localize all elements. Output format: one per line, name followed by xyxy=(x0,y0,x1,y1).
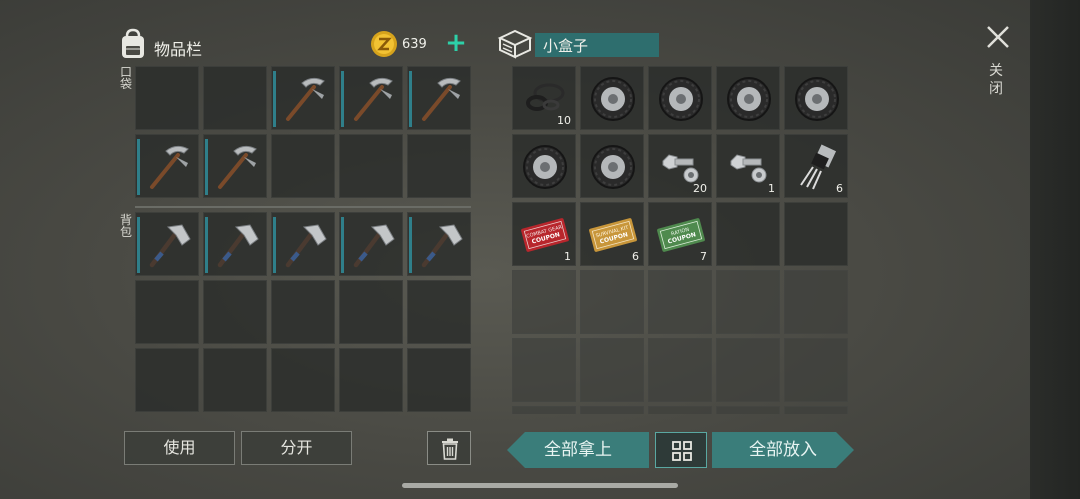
section-divider xyxy=(135,206,471,208)
close-label[interactable]: 关闭 xyxy=(989,62,1005,98)
container-slot[interactable] xyxy=(580,338,644,402)
close-icon[interactable] xyxy=(985,24,1011,50)
container-header: 小盒子 xyxy=(497,28,667,60)
backpack-slot[interactable] xyxy=(271,280,335,344)
inventory-title: 物品栏 xyxy=(154,40,203,59)
container-slot[interactable] xyxy=(784,202,848,266)
backpack-slot[interactable] xyxy=(135,280,199,344)
container-slot[interactable] xyxy=(580,134,644,198)
item-quantity: 6 xyxy=(836,182,843,195)
discard-button[interactable] xyxy=(427,431,471,465)
take-all-button[interactable]: 全部拿上 xyxy=(507,432,649,468)
container-slot[interactable] xyxy=(648,338,712,402)
container-slot[interactable] xyxy=(716,338,780,402)
pocket-slot[interactable] xyxy=(135,134,199,198)
backpack-slot[interactable] xyxy=(203,348,267,412)
backpack-slot[interactable] xyxy=(271,212,335,276)
container-slot[interactable] xyxy=(784,406,848,414)
pocket-grid xyxy=(135,66,471,198)
container-slot[interactable] xyxy=(648,66,712,130)
sort-toggle-button[interactable] xyxy=(655,432,707,468)
container-slot[interactable]: 1 xyxy=(716,134,780,198)
item-quantity: 10 xyxy=(557,114,571,127)
put-all-button[interactable]: 全部放入 xyxy=(712,432,854,468)
container-slot[interactable]: 10 xyxy=(512,66,576,130)
container-slot[interactable]: SURVIVAL KIT COUPON 6 xyxy=(580,202,644,266)
backpack-slot[interactable] xyxy=(135,348,199,412)
trash-icon xyxy=(442,438,458,460)
backpack-icon xyxy=(122,28,144,58)
container-slot[interactable] xyxy=(512,270,576,334)
container-slot[interactable] xyxy=(512,134,576,198)
backpack-slot[interactable] xyxy=(407,280,471,344)
home-indicator[interactable] xyxy=(402,483,678,488)
backpack-label: 背包 xyxy=(119,213,132,239)
pocket-slot[interactable] xyxy=(339,66,403,130)
container-slot[interactable] xyxy=(784,270,848,334)
container-slot[interactable] xyxy=(512,338,576,402)
backpack-slot[interactable] xyxy=(203,212,267,276)
add-coins-button[interactable]: + xyxy=(444,30,468,56)
inventory-header: 物品栏 639 + xyxy=(118,28,472,60)
container-slot[interactable]: COMBAT GEAR COUPON 1 xyxy=(512,202,576,266)
backpack-slot[interactable] xyxy=(271,348,335,412)
backpack-slot[interactable] xyxy=(135,212,199,276)
backpack-slot[interactable] xyxy=(407,212,471,276)
container-slot[interactable] xyxy=(784,66,848,130)
container-slot[interactable] xyxy=(580,406,644,414)
container-slot[interactable] xyxy=(648,270,712,334)
container-slot[interactable]: 20 xyxy=(648,134,712,198)
container-slot[interactable] xyxy=(716,202,780,266)
side-panel xyxy=(1030,0,1080,499)
item-quantity: 20 xyxy=(693,182,707,195)
item-quantity: 1 xyxy=(564,250,571,263)
backpack-slot[interactable] xyxy=(339,348,403,412)
pocket-slot[interactable] xyxy=(339,134,403,198)
pocket-slot[interactable] xyxy=(271,66,335,130)
pocket-slot[interactable] xyxy=(407,134,471,198)
backpack-slot[interactable] xyxy=(407,348,471,412)
pocket-slot[interactable] xyxy=(203,66,267,130)
box-icon xyxy=(497,29,533,59)
container-slot[interactable] xyxy=(580,270,644,334)
pocket-slot[interactable] xyxy=(203,134,267,198)
container-slot[interactable] xyxy=(716,270,780,334)
container-slot[interactable]: 6 xyxy=(784,134,848,198)
container-slot[interactable] xyxy=(512,406,576,414)
container-slot[interactable] xyxy=(716,406,780,414)
item-quantity: 1 xyxy=(768,182,775,195)
container-slot[interactable]: RATION COUPON 7 xyxy=(648,202,712,266)
pocket-slot[interactable] xyxy=(271,134,335,198)
pocket-label: 口袋 xyxy=(119,65,132,91)
coin-count: 639 xyxy=(402,37,427,52)
pocket-slot[interactable] xyxy=(135,66,199,130)
container-scroll-area[interactable]: 10 20 1 6 COMBAT GEAR COUPON 1 SURVIVAL KIT COUP… xyxy=(512,66,850,414)
container-grid: 10 20 1 6 COMBAT GEAR COUPON 1 SURVIVAL KIT COUP… xyxy=(512,66,848,414)
container-slot[interactable] xyxy=(716,66,780,130)
container-slot[interactable] xyxy=(784,338,848,402)
pocket-slot[interactable] xyxy=(407,66,471,130)
container-slot[interactable] xyxy=(648,406,712,414)
backpack-slot[interactable] xyxy=(339,280,403,344)
container-slot[interactable] xyxy=(580,66,644,130)
grid-icon xyxy=(672,441,692,461)
item-quantity: 6 xyxy=(632,250,639,263)
backpack-slot[interactable] xyxy=(339,212,403,276)
backpack-slot[interactable] xyxy=(203,280,267,344)
container-name[interactable]: 小盒子 xyxy=(535,33,659,57)
split-button[interactable]: 分开 xyxy=(241,431,352,465)
item-quantity: 7 xyxy=(700,250,707,263)
use-button[interactable]: 使用 xyxy=(124,431,235,465)
coin-icon xyxy=(371,31,397,57)
backpack-grid xyxy=(135,212,471,412)
